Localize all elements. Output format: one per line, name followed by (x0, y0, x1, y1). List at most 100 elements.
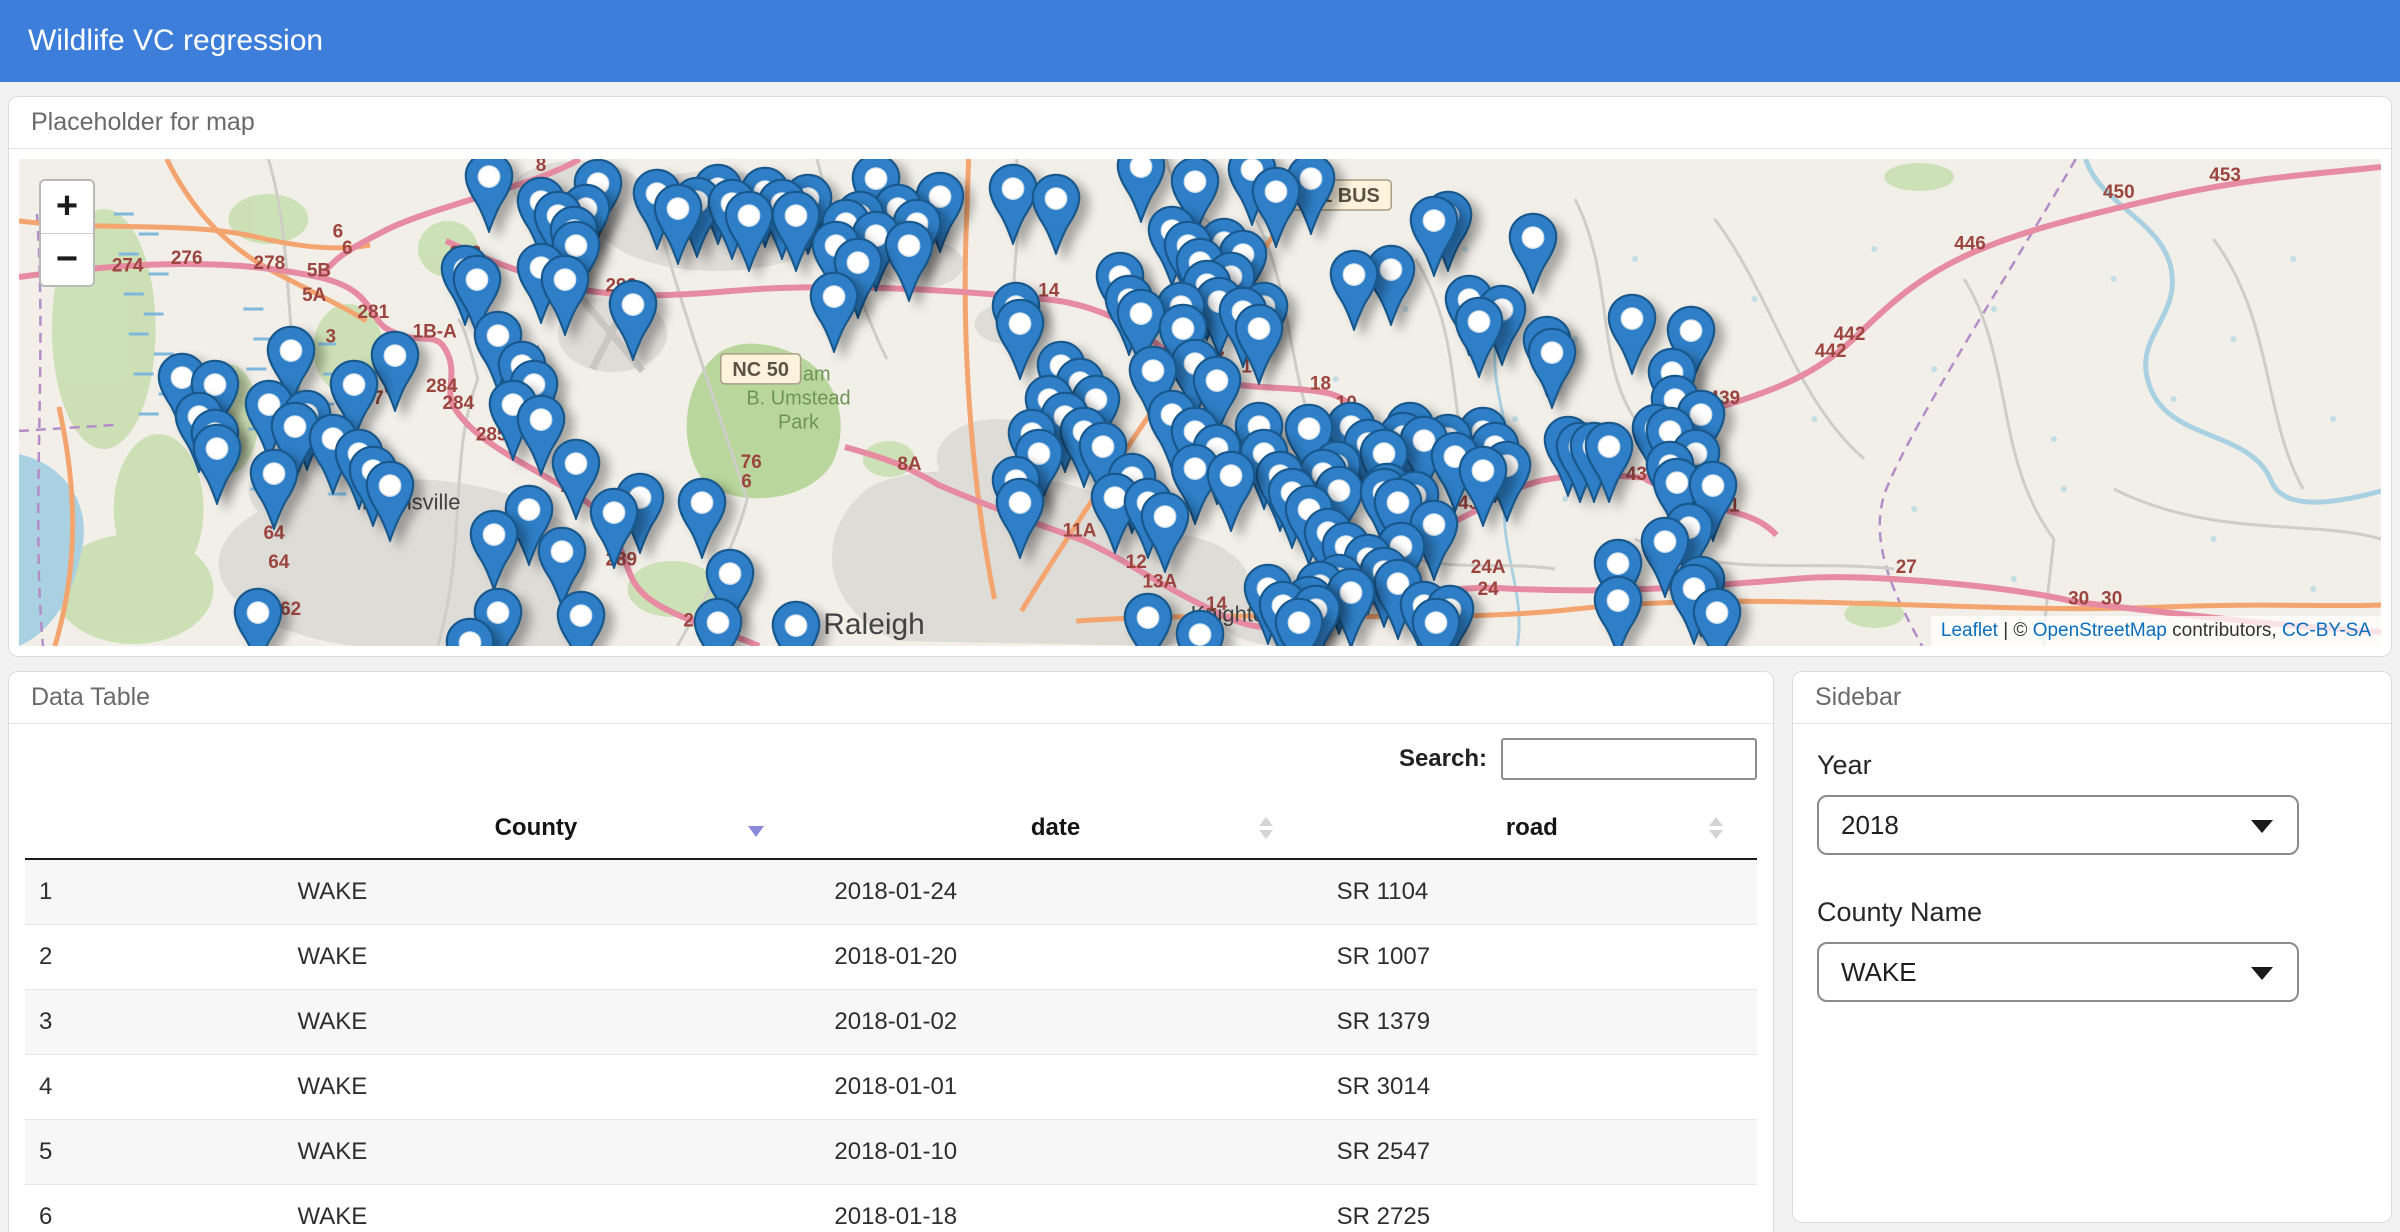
map-marker[interactable] (365, 460, 415, 542)
county-cell: WAKE (267, 925, 804, 990)
table-row[interactable]: 3WAKE2018-01-02SR 1379 (25, 990, 1757, 1055)
map-marker[interactable] (1123, 592, 1173, 646)
data-table: County date road 1WAKE2018-01-24SR 11042… (25, 798, 1757, 1232)
map-marker[interactable] (1175, 609, 1225, 646)
map-marker[interactable] (249, 448, 299, 530)
date-cell: 2018-01-10 (804, 1120, 1306, 1185)
road-cell: SR 2725 (1307, 1185, 1757, 1232)
search-input[interactable] (1501, 738, 1757, 780)
map-marker[interactable] (445, 617, 495, 646)
map-marker[interactable] (677, 477, 727, 559)
map-marker[interactable] (1454, 296, 1504, 378)
map-marker[interactable] (1329, 249, 1379, 331)
county-cell: WAKE (267, 1120, 804, 1185)
search-row: Search: (25, 738, 1757, 780)
map-marker[interactable] (1692, 587, 1742, 646)
table-row[interactable]: 5WAKE2018-01-10SR 2547 (25, 1120, 1757, 1185)
county-select[interactable]: WAKE (1817, 942, 2299, 1002)
date-cell: 2018-01-18 (804, 1185, 1306, 1232)
bottom-row: Data Table Search: County date road (8, 671, 2392, 1232)
row-index-cell: 3 (25, 990, 267, 1055)
table-header-row: County date road (25, 798, 1757, 859)
date-cell: 2018-01-01 (804, 1055, 1306, 1120)
map-card-body: ✈ (9, 149, 2391, 656)
table-row[interactable]: 6WAKE2018-01-18SR 2725 (25, 1185, 1757, 1232)
map-marker[interactable] (693, 597, 743, 646)
map-marker[interactable] (464, 159, 514, 233)
map-card: Placeholder for map (8, 96, 2392, 657)
leaflet-link[interactable]: Leaflet (1941, 620, 1998, 641)
map-marker[interactable] (469, 509, 519, 591)
date-cell: 2018-01-24 (804, 859, 1306, 925)
sort-both-icon (1709, 817, 1723, 839)
map-marker[interactable] (809, 271, 859, 353)
county-cell: WAKE (267, 1055, 804, 1120)
table-row[interactable]: 1WAKE2018-01-24SR 1104 (25, 859, 1757, 925)
table-row[interactable]: 4WAKE2018-01-01SR 3014 (25, 1055, 1757, 1120)
map-marker[interactable] (1206, 450, 1256, 532)
road-cell: SR 1379 (1307, 990, 1757, 1055)
map-marker[interactable] (771, 600, 821, 646)
map-marker[interactable] (589, 487, 639, 569)
map-marker[interactable] (724, 190, 774, 272)
row-index-cell: 5 (25, 1120, 267, 1185)
row-index-cell: 1 (25, 859, 267, 925)
year-select[interactable]: 2018 (1817, 795, 2299, 855)
sidebar-title: Sidebar (1815, 683, 1901, 712)
map-card-header: Placeholder for map (9, 97, 2391, 149)
map-marker[interactable] (1527, 327, 1577, 409)
map-zoom-control: + − (39, 179, 95, 287)
table-row[interactable]: 2WAKE2018-01-20SR 1007 (25, 925, 1757, 990)
date-cell: 2018-01-02 (804, 990, 1306, 1055)
column-header-county[interactable]: County (267, 798, 804, 859)
year-field: Year 2018 (1817, 750, 2367, 855)
map-marker[interactable] (540, 254, 590, 336)
sidebar-card-header: Sidebar (1793, 672, 2391, 724)
map-marker[interactable] (884, 220, 934, 302)
license-link[interactable]: CC-BY-SA (2282, 620, 2371, 641)
map-marker[interactable] (653, 183, 703, 265)
road-cell: SR 1104 (1307, 859, 1757, 925)
data-table-card-header: Data Table (9, 672, 1773, 724)
map-marker[interactable] (1584, 421, 1634, 503)
sort-both-icon (1259, 817, 1273, 839)
column-header-road[interactable]: road (1307, 798, 1757, 859)
map-marker[interactable] (1458, 445, 1508, 527)
zoom-out-button[interactable]: − (41, 233, 93, 285)
map-marker[interactable] (1031, 173, 1081, 255)
map-marker[interactable] (995, 477, 1045, 559)
data-table-card: Data Table Search: County date road (8, 671, 1774, 1232)
column-header-date[interactable]: date (804, 798, 1306, 859)
row-index-cell: 2 (25, 925, 267, 990)
county-cell: WAKE (267, 1185, 804, 1232)
road-cell: SR 1007 (1307, 925, 1757, 990)
map-marker[interactable] (556, 590, 606, 646)
attribution-contributors: contributors, (2167, 620, 2282, 641)
sidebar-body: Year 2018 County Name WAKE (1793, 724, 2391, 1028)
map-marker[interactable] (1409, 195, 1459, 277)
sidebar-card: Sidebar Year 2018 County Name WAKE (1792, 671, 2392, 1223)
search-label: Search: (1399, 745, 1487, 773)
map-marker[interactable] (1593, 575, 1643, 646)
leaflet-map[interactable]: ✈ (19, 159, 2381, 646)
map-marker[interactable] (1140, 491, 1190, 573)
map-marker[interactable] (1411, 597, 1461, 646)
map-marker[interactable] (1508, 212, 1558, 294)
app-title: Wildlife VC regression (28, 24, 323, 58)
map-marker[interactable] (233, 587, 283, 646)
column-header-index (25, 798, 267, 859)
openstreetmap-link[interactable]: OpenStreetMap (2033, 620, 2167, 641)
road-cell: SR 3014 (1307, 1055, 1757, 1120)
chevron-down-icon (2251, 820, 2273, 833)
map-marker[interactable] (1234, 303, 1284, 385)
map-marker[interactable] (192, 423, 242, 505)
data-table-body: Search: County date road 1WAKE2018-01-24… (9, 724, 1773, 1232)
sort-desc-icon (748, 826, 764, 837)
map-card-title: Placeholder for map (31, 108, 255, 137)
map-marker-layer (19, 159, 2381, 646)
year-label: Year (1817, 750, 2367, 781)
county-cell: WAKE (267, 859, 804, 925)
map-marker[interactable] (608, 279, 658, 361)
zoom-in-button[interactable]: + (41, 181, 93, 233)
map-marker[interactable] (1274, 597, 1324, 646)
